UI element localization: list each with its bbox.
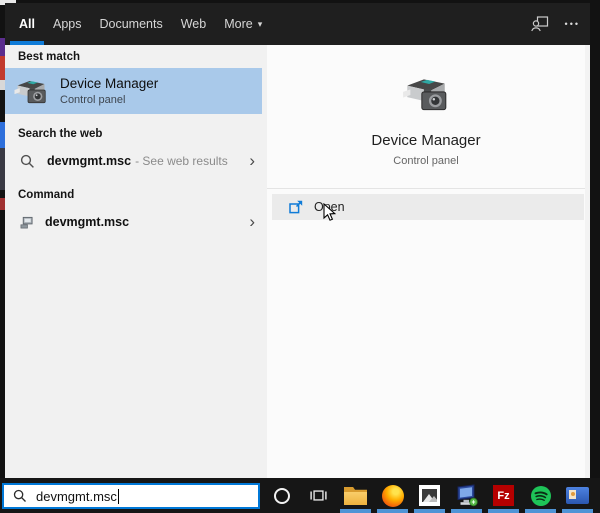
divider <box>267 188 585 189</box>
file-explorer-icon <box>344 486 367 505</box>
device-manager-icon-large <box>401 71 451 117</box>
search-icon <box>20 154 35 169</box>
web-search-query: devmgmt.msc <box>47 154 132 168</box>
firefox-icon <box>381 484 404 507</box>
feedback-user-icon[interactable] <box>530 16 549 32</box>
tab-all[interactable]: All <box>10 3 44 45</box>
best-match-result-device-manager[interactable]: Device Manager Control panel <box>5 68 262 114</box>
search-web-header: Search the web <box>18 128 103 140</box>
tab-web[interactable]: Web <box>172 3 215 45</box>
computer-icon <box>455 484 479 507</box>
taskbar-file-explorer-button[interactable] <box>337 478 374 513</box>
preview-title: Device Manager <box>371 132 481 149</box>
running-indicator <box>488 509 519 513</box>
taskbar-filezilla-button[interactable]: Fz <box>485 478 522 513</box>
command-title: devmgmt.msc <box>45 215 130 229</box>
device-manager-icon <box>13 75 49 108</box>
running-indicator <box>562 509 593 513</box>
best-match-title: Device Manager <box>60 76 159 91</box>
mmc-command-icon <box>20 216 33 229</box>
more-options-icon[interactable]: ••• <box>565 19 580 29</box>
results-panel: Best match Device Manager Control panel … <box>5 45 267 478</box>
running-indicator <box>414 509 445 513</box>
command-header: Command <box>18 189 75 201</box>
taskbar-user-accounts-button[interactable] <box>559 478 596 513</box>
taskbar-spotify-button[interactable] <box>522 478 559 513</box>
chevron-right-icon[interactable]: › <box>249 213 255 230</box>
spotify-icon <box>530 485 552 507</box>
taskbar-cortana-button[interactable] <box>263 478 300 513</box>
tab-apps[interactable]: Apps <box>44 3 91 45</box>
running-indicator <box>377 509 408 513</box>
running-indicator <box>451 509 482 513</box>
search-tabs-bar: All Apps Documents Web More ▾ ••• <box>5 3 590 45</box>
web-search-suffix: - See web results <box>135 154 228 168</box>
running-indicator <box>525 509 556 513</box>
tab-more[interactable]: More ▾ <box>215 3 271 45</box>
cortana-icon <box>273 487 290 504</box>
search-flyout: All Apps Documents Web More ▾ ••• Best m… <box>5 3 590 478</box>
taskbar-photos-button[interactable] <box>411 478 448 513</box>
search-input-value: devmgmt.msc <box>36 488 117 504</box>
taskbar-computer-button[interactable] <box>448 478 485 513</box>
search-icon <box>13 489 27 503</box>
taskbar-firefox-button[interactable] <box>374 478 411 513</box>
photos-icon <box>419 485 440 506</box>
best-match-subtitle: Control panel <box>60 94 126 106</box>
task-view-icon <box>309 486 328 505</box>
open-action-button[interactable]: Open <box>272 194 584 220</box>
web-search-result[interactable]: devmgmt.msc - See web results › <box>5 145 267 177</box>
best-match-header: Best match <box>18 51 80 63</box>
mouse-pointer <box>323 203 337 223</box>
command-result-devmgmt[interactable]: devmgmt.msc › <box>5 206 267 238</box>
preview-panel: Device Manager Control panel Open <box>267 45 590 478</box>
user-accounts-icon <box>566 487 589 504</box>
open-external-icon <box>289 200 303 214</box>
preview-subtitle: Control panel <box>393 155 459 167</box>
chevron-right-icon[interactable]: › <box>249 152 255 169</box>
running-indicator <box>340 509 371 513</box>
text-caret <box>117 488 119 504</box>
taskbar-search-input[interactable]: devmgmt.msc <box>2 483 260 509</box>
chevron-down-icon: ▾ <box>257 18 263 29</box>
tab-documents[interactable]: Documents <box>90 3 171 45</box>
taskbar-task-view-button[interactable] <box>300 478 337 513</box>
filezilla-icon: Fz <box>493 485 514 506</box>
taskbar: devmgmt.msc Fz <box>0 478 600 513</box>
